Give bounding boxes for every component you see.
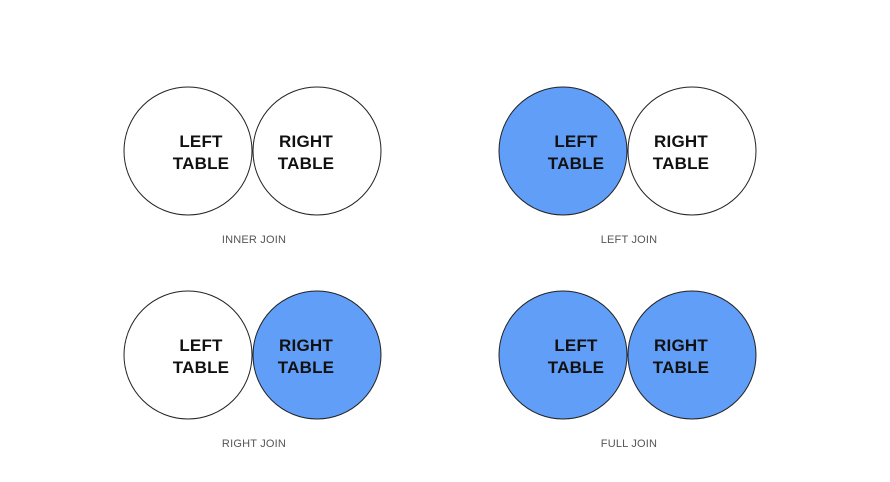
left-table-label-line2: TABLE (173, 154, 229, 173)
right-circle-fill (253, 291, 381, 419)
venn-shapes (123, 86, 382, 216)
right-table-label-line1: RIGHT (279, 132, 333, 151)
left-circle-fill (499, 87, 627, 215)
venn-shapes (123, 290, 382, 420)
right-table-label-line1: RIGHT (279, 336, 333, 355)
left-table-label-line2: TABLE (173, 358, 229, 377)
venn-inner-join: LEFT TABLE RIGHT TABLE INNER JOIN (123, 86, 382, 246)
diagram-caption: LEFT JOIN (601, 234, 658, 246)
left-circle-fill (124, 291, 252, 419)
right-table-label-line2: TABLE (653, 358, 709, 377)
venn-shapes (498, 290, 757, 420)
left-table-label-line1: LEFT (179, 132, 223, 151)
right-table-label-line2: TABLE (278, 358, 334, 377)
right-table-label-line2: TABLE (653, 154, 709, 173)
left-table-label-line1: LEFT (554, 336, 598, 355)
right-table-label-line1: RIGHT (654, 336, 708, 355)
venn-left-join: LEFT TABLE RIGHT TABLE LEFT JOIN (498, 86, 757, 246)
diagram-caption: INNER JOIN (222, 234, 286, 246)
left-table-label-line1: LEFT (554, 132, 598, 151)
right-table-label-line2: TABLE (278, 154, 334, 173)
diagram-caption: FULL JOIN (601, 438, 657, 450)
left-table-label-line2: TABLE (548, 358, 604, 377)
right-circle-fill (628, 87, 756, 215)
right-table-label-line1: RIGHT (654, 132, 708, 151)
right-circle-fill (628, 291, 756, 419)
venn-right-join: LEFT TABLE RIGHT TABLE RIGHT JOIN (123, 290, 382, 450)
diagram-caption: RIGHT JOIN (222, 438, 286, 450)
join-diagrams-canvas: LEFT TABLE RIGHT TABLE INNER JOIN LEFT T… (123, 86, 757, 450)
left-table-label-line2: TABLE (548, 154, 604, 173)
left-table-label-line1: LEFT (179, 336, 223, 355)
venn-full-join: LEFT TABLE RIGHT TABLE FULL JOIN (498, 290, 757, 450)
left-circle-fill (124, 87, 252, 215)
right-circle-fill (253, 87, 381, 215)
venn-shapes (498, 86, 757, 216)
left-circle-fill (499, 291, 627, 419)
